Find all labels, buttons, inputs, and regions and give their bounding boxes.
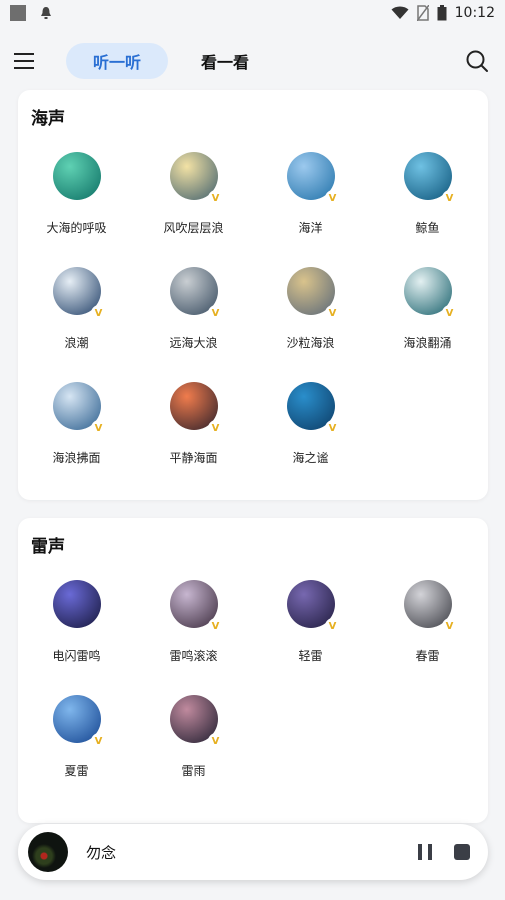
search-icon[interactable] <box>463 47 491 75</box>
sound-item[interactable]: V 雷鸣滚滚 <box>135 580 252 664</box>
wifi-icon <box>391 6 409 19</box>
pause-icon[interactable] <box>418 844 432 860</box>
vip-badge-icon: V <box>207 618 224 634</box>
sound-item[interactable]: V 雷雨 <box>135 695 252 779</box>
tab-listen[interactable]: 听一听 <box>66 43 169 79</box>
sound-label: 轻雷 <box>298 649 323 663</box>
vip-badge-icon: V <box>441 305 458 321</box>
section-card-thunder: 雷声 电闪雷鸣 V 雷鸣滚滚 V 轻雷 V 春雷 V 夏雷 V 雷雨 <box>18 518 488 823</box>
sound-item[interactable]: 大海的呼吸 <box>18 152 135 236</box>
sound-item[interactable]: V 轻雷 <box>252 580 369 664</box>
player-cover-image[interactable] <box>28 832 68 872</box>
tab-watch[interactable]: 看一看 <box>174 43 276 79</box>
section-title: 海声 <box>31 109 65 129</box>
vip-badge-icon: V <box>90 733 107 749</box>
stop-icon[interactable] <box>454 844 470 860</box>
menu-icon[interactable] <box>14 47 42 75</box>
sound-item[interactable]: V 风吹层层浪 <box>135 152 252 236</box>
vip-badge-icon: V <box>207 190 224 206</box>
status-bar: 10:12 <box>0 0 505 26</box>
app-notification-icon <box>10 5 26 21</box>
sound-item[interactable]: V 浪潮 <box>18 267 135 351</box>
status-time: 10:12 <box>454 5 495 21</box>
sound-item[interactable]: V 海洋 <box>252 152 369 236</box>
sound-label: 平静海面 <box>169 451 218 465</box>
vip-badge-icon: V <box>441 618 458 634</box>
sound-label: 海浪拂面 <box>52 451 101 465</box>
header: 听一听 看一看 <box>0 38 505 84</box>
vip-badge-icon: V <box>324 190 341 206</box>
sound-label: 海浪翻涌 <box>403 336 452 350</box>
sound-label: 沙粒海浪 <box>286 336 335 350</box>
vip-badge-icon: V <box>324 618 341 634</box>
sound-label: 雷雨 <box>181 764 206 778</box>
sound-label: 鲸鱼 <box>415 221 440 235</box>
vip-badge-icon: V <box>207 733 224 749</box>
sound-item[interactable]: V 沙粒海浪 <box>252 267 369 351</box>
section-card-sea: 海声 大海的呼吸 V 风吹层层浪 V 海洋 V 鲸鱼 V 浪潮 V 远海大浪 V 沙粒海浪 V 海浪翻涌 V 海… <box>18 90 488 500</box>
sound-item[interactable]: V 鲸鱼 <box>369 152 486 236</box>
bell-icon <box>41 7 51 19</box>
sound-label: 大海的呼吸 <box>46 221 107 235</box>
battery-icon <box>437 5 447 21</box>
vip-badge-icon: V <box>207 420 224 436</box>
section-title: 雷声 <box>31 537 65 557</box>
vip-badge-icon: V <box>441 190 458 206</box>
sound-label: 远海大浪 <box>169 336 218 350</box>
mini-player[interactable]: 勿念 <box>18 824 488 880</box>
sound-item[interactable]: V 远海大浪 <box>135 267 252 351</box>
sound-item[interactable]: 电闪雷鸣 <box>18 580 135 664</box>
sound-thumbnail[interactable] <box>52 580 101 628</box>
vip-badge-icon: V <box>324 420 341 436</box>
sound-thumbnail[interactable] <box>52 152 101 200</box>
vip-badge-icon: V <box>90 305 107 321</box>
sound-item[interactable]: V 夏雷 <box>18 695 135 779</box>
sound-label: 风吹层层浪 <box>163 221 224 235</box>
sound-label: 夏雷 <box>64 764 89 778</box>
sound-label: 海之谧 <box>292 451 329 465</box>
vip-badge-icon: V <box>90 420 107 436</box>
sound-label: 浪潮 <box>64 336 89 350</box>
sound-label: 电闪雷鸣 <box>52 649 101 663</box>
vip-badge-icon: V <box>324 305 341 321</box>
sound-item[interactable]: V 海浪拂面 <box>18 382 135 466</box>
vip-badge-icon: V <box>207 305 224 321</box>
sound-item[interactable]: V 平静海面 <box>135 382 252 466</box>
sound-item[interactable]: V 春雷 <box>369 580 486 664</box>
sound-item[interactable]: V 海之谧 <box>252 382 369 466</box>
sound-label: 雷鸣滚滚 <box>169 649 218 663</box>
no-sim-icon <box>416 5 429 21</box>
sound-grid: 电闪雷鸣 V 雷鸣滚滚 V 轻雷 V 春雷 V 夏雷 V 雷雨 <box>18 580 488 779</box>
sound-grid: 大海的呼吸 V 风吹层层浪 V 海洋 V 鲸鱼 V 浪潮 V 远海大浪 V 沙粒海浪 V 海浪翻涌 V 海浪拂面… <box>18 152 488 466</box>
sound-item[interactable]: V 海浪翻涌 <box>369 267 486 351</box>
sound-label: 海洋 <box>298 221 323 235</box>
player-title: 勿念 <box>86 843 117 862</box>
sound-label: 春雷 <box>415 649 440 663</box>
